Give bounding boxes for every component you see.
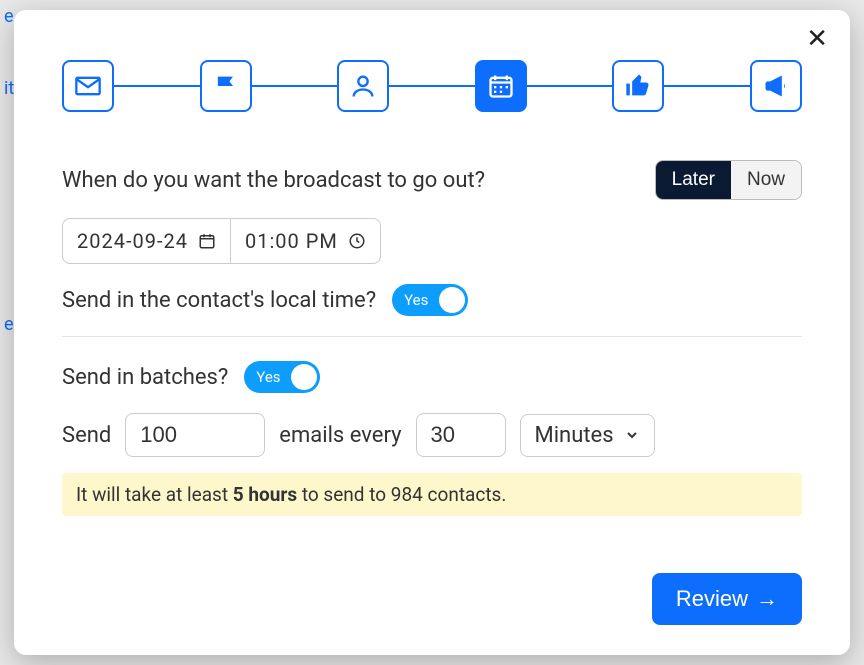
step-connector — [389, 85, 475, 87]
toggle-knob — [291, 364, 317, 390]
step-connector — [664, 85, 750, 87]
step-email[interactable] — [62, 60, 114, 112]
batch-config-row: Send emails every Minutes — [62, 413, 802, 457]
person-icon — [349, 72, 377, 100]
modal-footer: Review → — [652, 573, 802, 625]
batch-unit-select[interactable]: Minutes — [520, 414, 655, 457]
date-value: 2024-09-24 — [77, 229, 188, 253]
clock-icon — [348, 232, 366, 250]
notice-prefix: It will take at least — [76, 483, 233, 506]
timing-segmented-control: Later Now — [655, 160, 802, 200]
step-audience[interactable] — [337, 60, 389, 112]
wizard-stepper — [62, 60, 802, 112]
step-connector — [252, 85, 338, 87]
step-schedule[interactable] — [475, 60, 527, 112]
now-button[interactable]: Now — [731, 161, 801, 199]
local-time-label: Send in the contact's local time? — [62, 288, 376, 313]
notice-suffix: to send to 984 contacts. — [297, 483, 506, 506]
batch-size-input[interactable] — [125, 413, 265, 457]
close-button[interactable]: ✕ — [806, 26, 828, 52]
local-time-toggle[interactable]: Yes — [392, 284, 468, 316]
batch-middle-label: emails every — [279, 423, 401, 448]
batches-label: Send in batches? — [62, 365, 228, 390]
review-button[interactable]: Review → — [652, 573, 802, 625]
flag-icon — [212, 72, 240, 100]
toggle-state-label: Yes — [392, 291, 428, 309]
megaphone-icon — [762, 72, 790, 100]
batch-prefix-label: Send — [62, 423, 111, 448]
later-button[interactable]: Later — [656, 161, 731, 199]
section-divider — [62, 336, 802, 337]
time-input[interactable]: 01:00 PM — [230, 219, 380, 263]
schedule-broadcast-modal: ✕ When do you want the broadcast to go o… — [14, 10, 850, 655]
step-send[interactable] — [750, 60, 802, 112]
envelope-icon — [74, 72, 102, 100]
step-flag[interactable] — [200, 60, 252, 112]
batch-interval-input[interactable] — [416, 413, 506, 457]
arrow-right-icon: → — [756, 586, 778, 612]
toggle-state-label: Yes — [244, 368, 280, 386]
thumbs-up-icon — [624, 72, 652, 100]
toggle-knob — [439, 287, 465, 313]
batch-unit-value: Minutes — [535, 423, 614, 448]
step-connector — [527, 85, 613, 87]
close-icon: ✕ — [806, 24, 828, 54]
date-input[interactable]: 2024-09-24 — [63, 219, 230, 263]
chevron-down-icon — [624, 427, 640, 443]
step-connector — [114, 85, 200, 87]
calendar-icon — [487, 72, 515, 100]
calendar-small-icon — [198, 232, 216, 250]
datetime-group: 2024-09-24 01:00 PM — [62, 218, 381, 264]
batches-toggle[interactable]: Yes — [244, 361, 320, 393]
schedule-prompt: When do you want the broadcast to go out… — [62, 168, 485, 193]
review-button-label: Review — [676, 586, 748, 612]
step-review[interactable] — [612, 60, 664, 112]
time-value: 01:00 PM — [245, 229, 338, 253]
notice-strong: 5 hours — [233, 483, 297, 506]
batch-estimate-notice: It will take at least 5 hours to send to… — [62, 473, 802, 516]
